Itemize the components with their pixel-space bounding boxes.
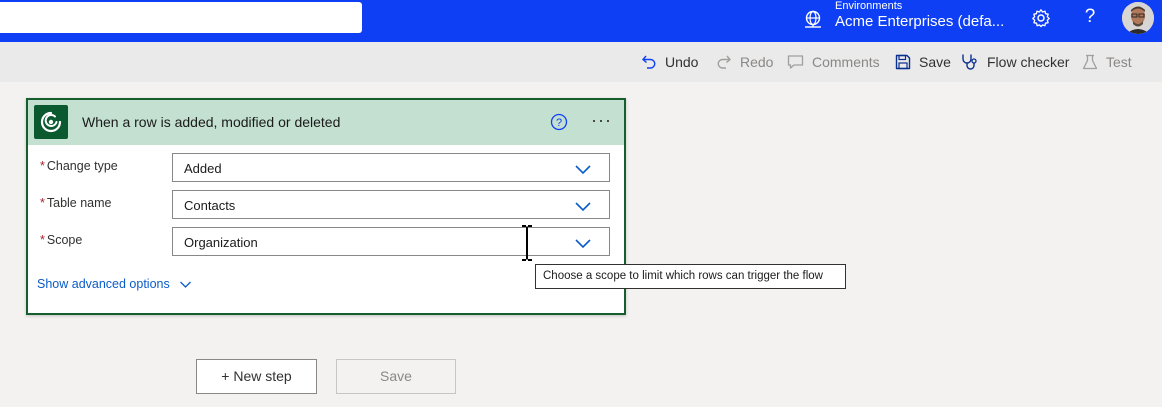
gear-icon[interactable]: [1031, 8, 1051, 28]
new-step-button[interactable]: + New step: [196, 359, 317, 394]
table-name-value: Contacts: [184, 198, 236, 213]
top-header-bar: Environments Acme Enterprises (defa... ?: [0, 0, 1162, 42]
comments-button[interactable]: Comments: [787, 52, 880, 72]
scope-dropdown[interactable]: Organization: [172, 227, 610, 256]
trigger-title: When a row is added, modified or deleted: [82, 114, 341, 130]
flow-checker-button[interactable]: Flow checker: [961, 52, 1069, 72]
chevron-down-icon: [575, 239, 591, 249]
undo-label: Undo: [665, 54, 699, 70]
svg-text:?: ?: [556, 117, 562, 129]
table-name-dropdown[interactable]: Contacts: [172, 190, 610, 219]
environment-name[interactable]: Acme Enterprises (defa...: [835, 13, 1004, 31]
environment-caption[interactable]: Environments: [835, 0, 902, 13]
redo-label: Redo: [740, 54, 774, 70]
scope-label: * Scope: [40, 233, 82, 247]
test-icon: [1082, 54, 1098, 69]
trigger-card-header[interactable]: When a row is added, modified or deleted…: [28, 100, 624, 145]
scope-tooltip: Choose a scope to limit which rows can t…: [535, 264, 846, 289]
save-button[interactable]: Save: [895, 52, 951, 72]
help-icon[interactable]: ?: [1080, 5, 1100, 29]
more-icon[interactable]: ···: [591, 110, 615, 130]
change-type-dropdown[interactable]: Added: [172, 153, 610, 182]
test-label: Test: [1106, 54, 1132, 70]
scope-value: Organization: [184, 235, 258, 250]
redo-icon: [717, 55, 731, 69]
info-icon[interactable]: ?: [550, 113, 568, 131]
show-advanced-options-label: Show advanced options: [37, 277, 170, 291]
text-cursor-icon: [522, 225, 532, 261]
environment-icon[interactable]: [803, 9, 823, 29]
chevron-down-icon: [575, 165, 591, 175]
change-type-label-text: Change type: [46, 159, 118, 173]
redo-button[interactable]: Redo: [716, 52, 773, 72]
required-marker: *: [40, 196, 45, 210]
comments-icon: [787, 55, 804, 69]
search-input[interactable]: [0, 2, 362, 33]
comments-label: Comments: [812, 54, 880, 70]
flow-checker-icon: [962, 54, 977, 70]
chevron-down-icon: [575, 202, 591, 212]
undo-icon: [642, 55, 656, 69]
change-type-value: Added: [184, 161, 222, 176]
required-marker: *: [40, 233, 45, 247]
save-flow-button[interactable]: Save: [336, 359, 456, 394]
table-name-label: * Table name: [40, 196, 112, 210]
undo-button[interactable]: Undo: [641, 52, 698, 72]
dataverse-icon: [34, 105, 68, 139]
avatar[interactable]: [1122, 2, 1154, 34]
test-button[interactable]: Test: [1082, 52, 1132, 72]
flow-checker-label: Flow checker: [987, 54, 1070, 70]
table-name-label-text: Table name: [46, 196, 112, 210]
scope-label-text: Scope: [46, 233, 83, 247]
save-label: Save: [919, 54, 951, 70]
save-icon: [895, 54, 911, 70]
required-marker: *: [40, 159, 45, 173]
chevron-down-icon: [179, 281, 191, 288]
show-advanced-options-link[interactable]: Show advanced options: [37, 277, 192, 291]
change-type-label: * Change type: [40, 159, 118, 173]
